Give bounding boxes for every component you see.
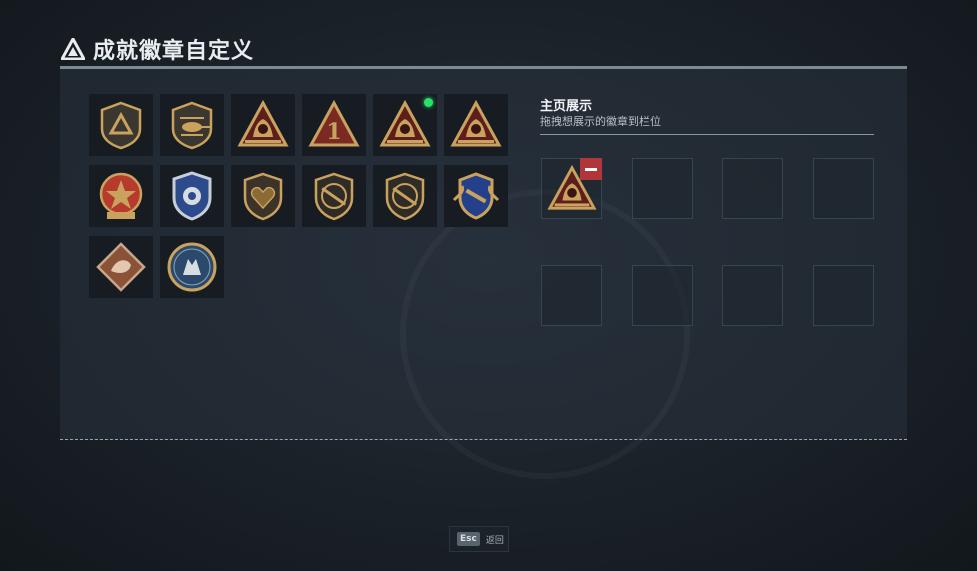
badge-police-shield[interactable] [160, 165, 224, 227]
badge-icon [99, 172, 143, 219]
badge-triangle-lion[interactable] [373, 94, 437, 156]
badge-icon [171, 101, 213, 150]
back-label: 返回 [485, 535, 504, 546]
badge-wolf-circle[interactable] [160, 236, 224, 298]
remove-button[interactable] [580, 158, 602, 180]
background-emblem [400, 189, 690, 479]
page-title-text: 成就徽章自定义 [93, 39, 255, 64]
svg-text:1: 1 [326, 119, 341, 145]
badge-heart-shield[interactable] [231, 165, 295, 227]
page-title: 成就徽章自定义 [61, 34, 254, 64]
badge-winged-shield[interactable] [444, 165, 508, 227]
badge-dragon-diamond[interactable] [89, 236, 153, 298]
badge-icon [237, 99, 289, 147]
badge-icon [96, 242, 146, 292]
badge-icon [379, 99, 431, 147]
badge-icon [172, 171, 212, 221]
divider [540, 134, 874, 135]
esc-key-icon: Esc [457, 532, 480, 546]
badge-triangle-eagle[interactable] [444, 94, 508, 156]
showcase-subtitle: 拖拽想展示的徽章到栏位 [540, 115, 661, 128]
badge-icon [243, 172, 283, 221]
showcase-title: 主页展示 [540, 99, 593, 114]
badge-red-star-medal[interactable] [89, 165, 153, 227]
new-indicator [424, 98, 433, 107]
badge-triangle-one[interactable]: 1 [302, 94, 366, 156]
back-button[interactable]: Esc 返回 [449, 526, 509, 552]
showcase-slot[interactable] [632, 265, 693, 326]
badge-icon: 1 [308, 99, 360, 147]
showcase-slot[interactable] [813, 158, 874, 219]
badge-icon [452, 172, 500, 220]
badge-icon [100, 101, 142, 150]
showcase-slot[interactable] [541, 265, 602, 326]
badge-rifle-shield-1[interactable] [302, 165, 366, 227]
badge-triangle-shield[interactable] [89, 94, 153, 156]
badge-icon [314, 172, 354, 221]
showcase-slot[interactable] [722, 158, 783, 219]
delta-triangle-icon [61, 38, 85, 60]
showcase-slot[interactable] [722, 265, 783, 326]
badge-rifle-shield-2[interactable] [373, 165, 437, 227]
badge-icon [167, 242, 217, 292]
badge-helicopter-shield[interactable] [160, 94, 224, 156]
showcase-slot[interactable] [541, 158, 602, 219]
badge-icon [385, 172, 425, 221]
showcase-slot[interactable] [813, 265, 874, 326]
showcase-slot[interactable] [632, 158, 693, 219]
minus-icon [585, 167, 597, 171]
badge-icon [450, 99, 502, 147]
badge-triangle-bull[interactable] [231, 94, 295, 156]
